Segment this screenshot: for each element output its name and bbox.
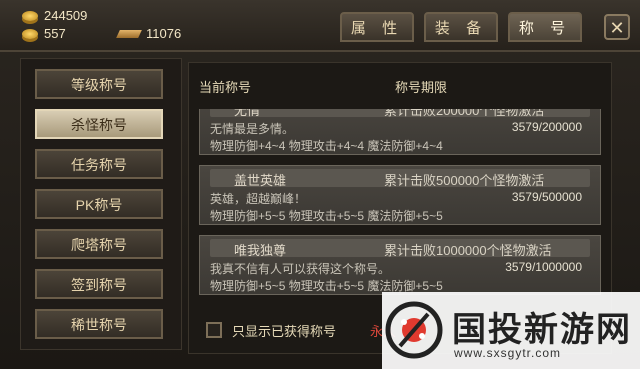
title-name: 盖世英雄 xyxy=(234,173,287,188)
sidebar-item-tower[interactable]: 爬塔称号 xyxy=(35,229,163,259)
title-condition: 累计击败500000个怪物激活 xyxy=(384,173,545,188)
watermark-text: 国投新游网 xyxy=(452,310,632,350)
title-condition: 累计击败200000个怪物激活 xyxy=(384,109,545,118)
gold-coin-icon xyxy=(22,10,38,21)
top-bar: 244509 557 11076 属 性 装 备 称 号 ✕ xyxy=(0,0,640,52)
sidebar: 等级称号 杀怪称号 任务称号 PK称号 爬塔称号 签到称号 稀世称号 xyxy=(20,58,182,350)
ingot-icon xyxy=(22,28,38,39)
sidebar-item-monster[interactable]: 杀怪称号 xyxy=(35,109,163,139)
bar-display: 11076 xyxy=(116,26,182,41)
watermark-url: www.sxsgytr.com xyxy=(454,346,562,360)
ingot-display: 557 xyxy=(22,26,66,41)
gold-display: 244509 xyxy=(22,8,87,23)
watermark-logo-icon xyxy=(385,301,443,359)
close-button[interactable]: ✕ xyxy=(604,14,630,40)
bar-amount: 11076 xyxy=(146,26,182,41)
tab-attributes[interactable]: 属 性 xyxy=(340,12,414,42)
watermark: 国投新游网 www.sxsgytr.com xyxy=(382,292,640,369)
title-progress: 3579/500000 xyxy=(511,190,582,204)
title-condition: 累计击败1000000个怪物激活 xyxy=(384,243,552,258)
gold-amount: 244509 xyxy=(44,8,88,23)
sidebar-item-rare[interactable]: 稀世称号 xyxy=(35,309,163,339)
gold-bar-icon xyxy=(116,29,142,38)
ingot-amount: 557 xyxy=(44,26,66,41)
title-name: 无情 xyxy=(234,109,261,118)
title-progress: 3579/200000 xyxy=(511,120,582,134)
tab-equipment[interactable]: 装 备 xyxy=(424,12,498,42)
title-description: 我真不信有人可以获得这个称号。 xyxy=(210,262,391,276)
title-description: 无情最是多情。 xyxy=(210,122,295,136)
show-owned-label: 只显示已获得称号 xyxy=(232,324,337,339)
sidebar-item-quest[interactable]: 任务称号 xyxy=(35,149,163,179)
title-attributes: 物理防御+5~5 物理攻击+5~5 魔法防御+5~5 xyxy=(210,209,443,223)
sidebar-item-pk[interactable]: PK称号 xyxy=(35,189,163,219)
tab-titles[interactable]: 称 号 xyxy=(508,12,582,42)
title-period-header: 称号期限 xyxy=(395,80,448,95)
sidebar-item-checkin[interactable]: 签到称号 xyxy=(35,269,163,299)
title-name: 唯我独尊 xyxy=(234,243,287,258)
title-card[interactable]: 无情 累计击败200000个怪物激活 无情最是多情。 3579/200000 物… xyxy=(199,109,601,155)
title-attributes: 物理防御+4~4 物理攻击+4~4 魔法防御+4~4 xyxy=(210,139,443,153)
title-card[interactable]: 盖世英雄 累计击败500000个怪物激活 英雄，超越巅峰！ 3579/50000… xyxy=(199,165,601,225)
show-owned-checkbox[interactable] xyxy=(206,322,222,338)
title-description: 英雄，超越巅峰！ xyxy=(210,192,307,206)
title-progress: 3579/1000000 xyxy=(505,260,582,274)
current-title-header: 当前称号 xyxy=(199,80,252,95)
sidebar-item-level[interactable]: 等级称号 xyxy=(35,69,163,99)
title-card[interactable]: 唯我独尊 累计击败1000000个怪物激活 我真不信有人可以获得这个称号。 35… xyxy=(199,235,601,295)
